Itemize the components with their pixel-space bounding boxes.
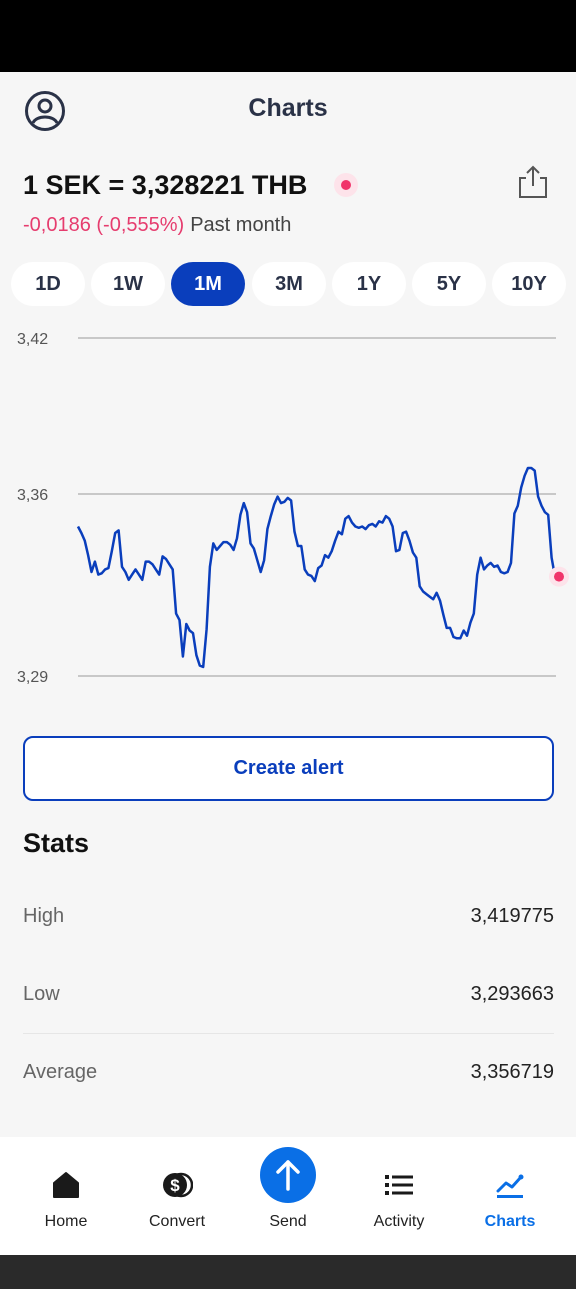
stat-value: 3,356719 [470, 1061, 554, 1083]
period-tab-5y[interactable]: 5Y [412, 262, 486, 306]
y-tick-label: 3,29 [17, 669, 48, 686]
stat-label: High [23, 905, 65, 927]
nav-home[interactable]: Home [11, 1137, 121, 1255]
series-line [76, 466, 557, 669]
period-tab-3m[interactable]: 3M [252, 262, 326, 306]
share-icon[interactable] [516, 164, 550, 200]
y-tick-label: 3,36 [17, 487, 48, 504]
stat-label: Low [23, 983, 60, 1005]
send-arrow-icon [276, 1160, 300, 1191]
home-icon [53, 1172, 79, 1198]
stat-value: 3,419775 [470, 905, 554, 927]
header: Charts [0, 72, 576, 148]
nav-label: Home [44, 1213, 88, 1230]
stat-row-low: Low 3,293663 [23, 955, 554, 1033]
chart-icon [496, 1174, 524, 1198]
y-tick-label: 3,42 [17, 331, 48, 348]
rate-change-period: Past month [190, 214, 292, 236]
nav-label: Charts [484, 1213, 536, 1230]
status-bar [0, 0, 576, 72]
period-selector: 1D 1W 1M 3M 1Y 5Y 10Y [11, 262, 567, 306]
stat-value: 3,293663 [470, 983, 554, 1005]
list-icon [385, 1175, 413, 1195]
nav-charts[interactable]: Charts [455, 1137, 565, 1255]
period-tab-1m[interactable]: 1M [171, 262, 245, 306]
nav-activity[interactable]: Activity [344, 1137, 454, 1255]
exchange-rate: 1 SEK = 3,328221 THB [23, 170, 308, 200]
nav-label: Activity [373, 1213, 425, 1230]
stats-title: Stats [23, 828, 90, 858]
stat-row-average: Average 3,356719 [23, 1033, 554, 1111]
nav-send[interactable]: Send [233, 1137, 343, 1255]
coins-icon: $ [163, 1172, 193, 1198]
create-alert-button[interactable]: Create alert [23, 736, 554, 801]
page-title: Charts [248, 94, 328, 122]
stat-row-high: High 3,419775 [23, 877, 554, 955]
nav-label: Convert [148, 1213, 206, 1230]
period-tab-10y[interactable]: 10Y [492, 262, 566, 306]
stat-label: Average [23, 1061, 98, 1083]
period-tab-1y[interactable]: 1Y [332, 262, 406, 306]
live-indicator-dot [334, 173, 358, 197]
svg-text:$: $ [170, 1176, 180, 1195]
period-tab-1d[interactable]: 1D [11, 262, 85, 306]
last-value-marker [554, 571, 564, 582]
nav-label: Send [269, 1213, 307, 1230]
bottom-nav: Home $ Convert Send Activity Charts [0, 1137, 576, 1255]
system-gesture-bar [0, 1255, 576, 1289]
rate-chart[interactable]: 3,42 3,36 3,29 [0, 320, 576, 700]
nav-convert[interactable]: $ Convert [122, 1137, 232, 1255]
rate-change: -0,0186 (-0,555%) Past month [23, 214, 291, 237]
period-tab-1w[interactable]: 1W [91, 262, 165, 306]
send-button[interactable] [260, 1147, 316, 1203]
rate-change-value: -0,0186 (-0,555%) [23, 214, 185, 236]
